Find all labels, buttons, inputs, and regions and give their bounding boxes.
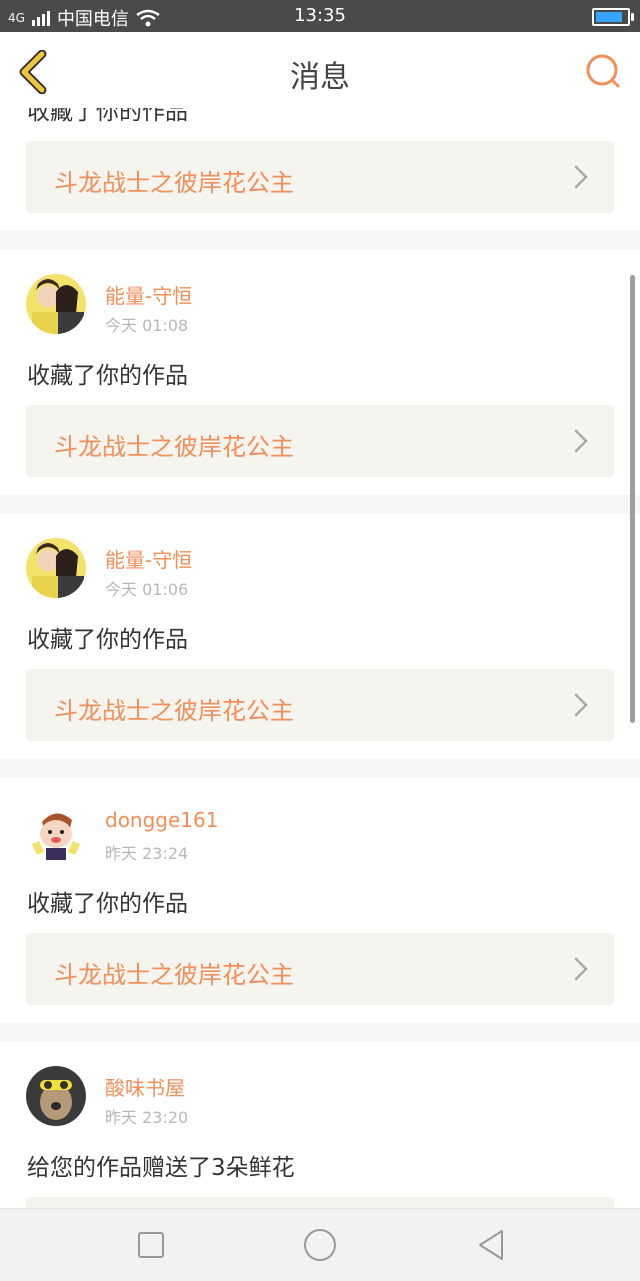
search-icon[interactable] — [584, 52, 624, 92]
message-card-partial: 收藏了你的作品 斗龙战士之彼岸花公主 — [0, 108, 640, 230]
message-action: 收藏了你的作品 — [27, 363, 188, 389]
work-link[interactable]: 斗龙战士之彼岸花公主 — [26, 405, 614, 477]
message-action: 收藏了你的作品 — [27, 891, 188, 917]
circle-icon[interactable] — [302, 1227, 338, 1263]
timestamp: 今天 01:08 — [105, 316, 189, 335]
message-card: 酸味书屋 昨天 23:20 给您的作品赠送了3朵鲜花 — [0, 1042, 640, 1208]
battery-level — [596, 12, 622, 22]
page-title: 消息 — [290, 60, 350, 95]
chevron-right-icon — [574, 429, 588, 453]
message-action: 收藏了你的作品 — [27, 108, 188, 125]
chevron-right-icon — [574, 693, 588, 717]
message-card: dongge161 昨天 23:24 收藏了你的作品 斗龙战士之彼岸花公主 — [0, 778, 640, 1023]
triangle-back-icon[interactable] — [474, 1227, 510, 1263]
app-header: 消息 — [0, 32, 640, 109]
system-nav-bar — [0, 1208, 640, 1281]
scrollbar[interactable] — [630, 275, 635, 723]
work-link[interactable]: 斗龙战士之彼岸花公主 — [26, 141, 614, 213]
chevron-right-icon — [574, 165, 588, 189]
battery-icon — [592, 8, 634, 26]
message-action: 给您的作品赠送了3朵鲜花 — [27, 1155, 295, 1181]
message-card: 能量-守恒 今天 01:06 收藏了你的作品 斗龙战士之彼岸花公主 — [0, 514, 640, 759]
work-link[interactable]: 斗龙战士之彼岸花公主 — [26, 669, 614, 741]
work-link[interactable]: 斗龙战士之彼岸花公主 — [26, 933, 614, 1005]
work-title: 斗龙战士之彼岸花公主 — [54, 697, 294, 725]
message-card: 能量-守恒 今天 01:08 收藏了你的作品 斗龙战士之彼岸花公主 — [0, 250, 640, 495]
work-link[interactable] — [26, 1197, 614, 1208]
username[interactable]: 酸味书屋 — [105, 1072, 185, 1101]
avatar[interactable] — [26, 274, 86, 334]
work-title: 斗龙战士之彼岸花公主 — [54, 433, 294, 461]
work-title: 斗龙战士之彼岸花公主 — [54, 961, 294, 989]
work-title: 斗龙战士之彼岸花公主 — [54, 169, 294, 197]
status-bar: 4G 中国电信 13:35 — [0, 0, 640, 32]
timestamp: 今天 01:06 — [105, 580, 189, 599]
username[interactable]: 能量-守恒 — [105, 544, 192, 573]
timestamp: 昨天 23:24 — [105, 844, 189, 863]
timestamp: 昨天 23:20 — [105, 1108, 189, 1127]
username[interactable]: dongge161 — [105, 808, 218, 832]
message-action: 收藏了你的作品 — [27, 627, 188, 653]
avatar[interactable] — [26, 802, 86, 862]
chevron-right-icon — [574, 957, 588, 981]
avatar[interactable] — [26, 1066, 86, 1126]
square-icon[interactable] — [133, 1227, 169, 1263]
avatar[interactable] — [26, 538, 86, 598]
message-list[interactable]: 收藏了你的作品 斗龙战士之彼岸花公主 能量-守恒 今天 01:08 收藏了你的作… — [0, 108, 640, 1208]
clock: 13:35 — [294, 5, 346, 26]
username[interactable]: 能量-守恒 — [105, 280, 192, 309]
